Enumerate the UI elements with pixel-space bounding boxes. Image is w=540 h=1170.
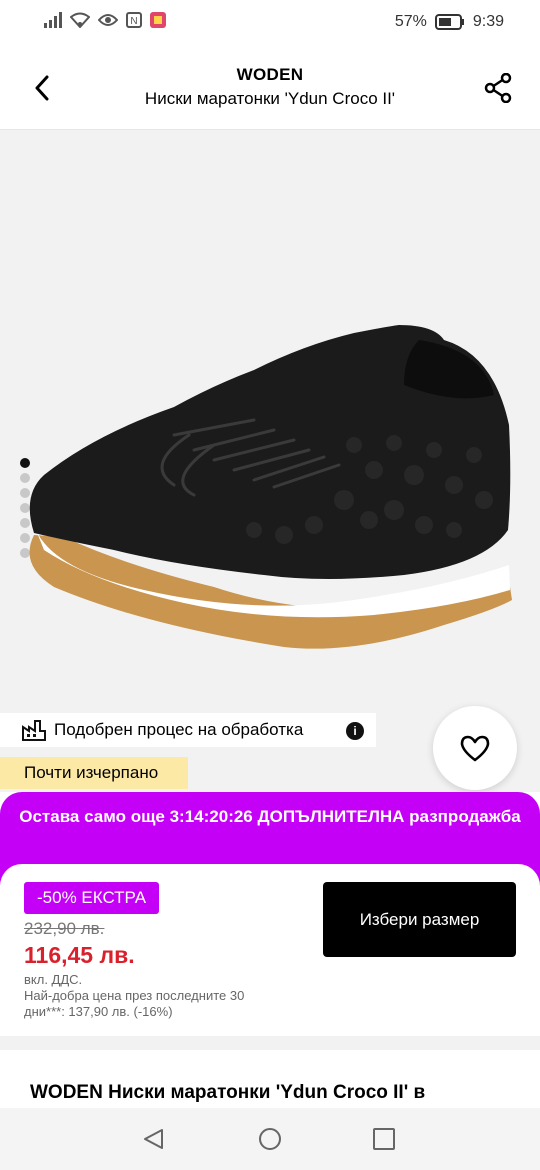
- nav-recents-icon[interactable]: [373, 1128, 395, 1150]
- product-image-sneaker: [29, 325, 512, 649]
- nav-home-icon[interactable]: [258, 1127, 282, 1151]
- nav-back-icon[interactable]: [142, 1127, 166, 1151]
- product-image-gallery[interactable]: [0, 130, 540, 792]
- low-stock-badge: Почти изчерпано: [0, 757, 188, 789]
- share-button[interactable]: [480, 70, 516, 106]
- status-bar: N 57% 9:39: [0, 0, 540, 46]
- brand-name: WODEN: [236, 65, 304, 84]
- process-badge-label: Подобрен процес на обработка: [54, 720, 304, 739]
- app-header: WODEN Ниски маратонки 'Ydun Croco II': [0, 46, 540, 130]
- chevron-left-icon: [35, 75, 49, 101]
- share-icon: [484, 73, 512, 103]
- best-price-note: Най-добра цена през последните 30 дни***…: [24, 988, 245, 1019]
- choose-size-button[interactable]: Избери размер: [323, 882, 516, 957]
- status-icons-right: 57% 9:39: [395, 13, 504, 31]
- price-card: -50% ЕКСТРА 232,90 лв. 116,45 лв. вкл. Д…: [0, 864, 540, 1036]
- discount-badge: -50% ЕКСТРА: [24, 882, 160, 914]
- old-price: 232,90 лв.: [24, 919, 105, 938]
- status-icons-left: N: [44, 12, 166, 28]
- signal-icon: [44, 12, 62, 28]
- heart-icon: [460, 735, 490, 761]
- svg-text:N: N: [130, 16, 137, 27]
- battery-icon: [434, 14, 464, 30]
- battery-percent: 57%: [394, 13, 427, 30]
- info-icon[interactable]: i: [346, 722, 364, 740]
- wishlist-button[interactable]: [433, 706, 517, 790]
- new-price: 116,45 лв.: [24, 942, 135, 968]
- system-navigation-bar: [0, 1108, 540, 1170]
- nfc-icon: N: [126, 12, 142, 28]
- header-titles: WODEN Ниски маратонки 'Ydun Croco II': [90, 65, 450, 109]
- factory-icon: [22, 720, 46, 741]
- clock: 9:39: [472, 13, 504, 30]
- wifi-icon: [70, 12, 90, 28]
- vat-note: вкл. ДДС.: [24, 972, 83, 987]
- description-title: WODEN Ниски маратонки 'Ydun Croco II' в: [30, 1082, 426, 1103]
- gallery-notification-icon: [150, 12, 166, 28]
- eye-icon: [98, 14, 118, 26]
- section-divider: [0, 1036, 540, 1050]
- process-badge[interactable]: Подобрен процес на обработка i: [0, 713, 376, 747]
- back-button[interactable]: [26, 72, 58, 104]
- product-name: Ниски маратонки 'Ydun Croco II': [144, 89, 396, 108]
